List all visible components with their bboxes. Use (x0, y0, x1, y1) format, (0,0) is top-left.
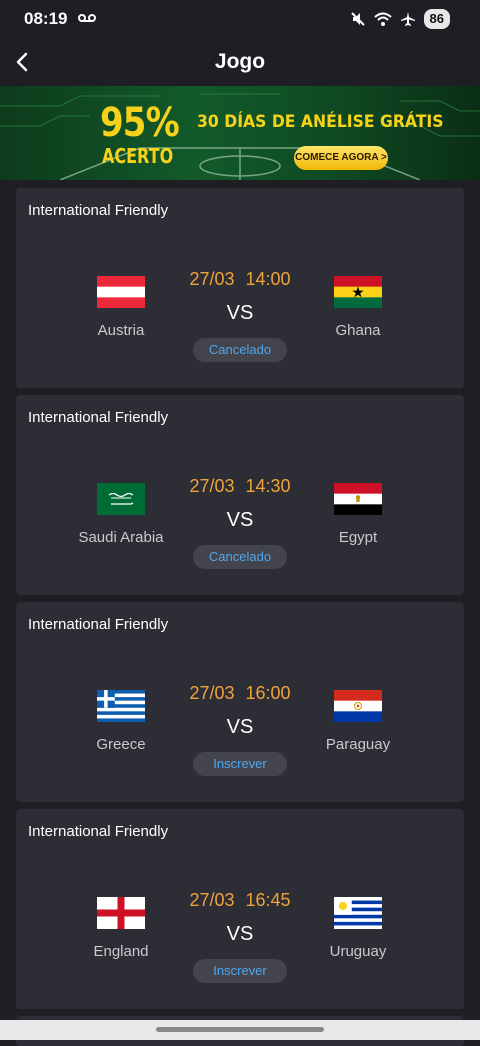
away-team: Uruguay (288, 897, 428, 960)
status-badge[interactable]: Inscrever (193, 959, 287, 983)
status-bar: 08:19 86 (0, 0, 480, 40)
match-time: 14:00 (245, 269, 291, 289)
home-team-name: Saudi Arabia (78, 529, 164, 546)
away-team-name: Egypt (338, 529, 378, 546)
airplane-icon (400, 12, 415, 26)
away-team: Ghana (288, 276, 428, 339)
banner-accuracy: ACERTO (102, 144, 174, 168)
ghana-flag-icon (334, 276, 382, 308)
home-indicator[interactable] (156, 1027, 324, 1032)
paraguay-flag-icon (334, 690, 382, 722)
uruguay-flag-icon (334, 897, 382, 929)
voicemail-icon (78, 14, 96, 22)
home-team-name: Austria (97, 322, 145, 339)
england-flag-icon (97, 897, 145, 929)
battery-indicator: 86 (423, 9, 450, 29)
promo-banner[interactable]: 95% ACERTO 30 DÍAS DE ANÉLISE GRÁTIS COM… (0, 86, 480, 180)
status-badge[interactable]: Cancelado (193, 545, 287, 569)
match-date: 27/03 (189, 476, 235, 496)
status-badge[interactable]: Cancelado (193, 338, 287, 362)
nav-bar: Jogo (0, 40, 480, 84)
match-date: 27/03 (189, 269, 235, 289)
austria-flag-icon (97, 276, 145, 308)
home-team: Saudi Arabia (51, 483, 191, 546)
greece-flag-icon (97, 690, 145, 722)
match-time: 16:45 (245, 890, 291, 910)
match-date: 27/03 (189, 890, 235, 910)
league-name: International Friendly (28, 409, 169, 426)
home-team: Greece (51, 690, 191, 753)
league-name: International Friendly (28, 616, 169, 633)
home-team-name: Greece (96, 736, 146, 753)
away-team: Egypt (288, 483, 428, 546)
league-name: International Friendly (28, 823, 169, 840)
saudi-arabia-flag-icon (97, 483, 145, 515)
match-card[interactable]: International Friendly 27/03 14:30 VS Sa… (16, 395, 464, 595)
home-team: England (51, 897, 191, 960)
away-team: Paraguay (288, 690, 428, 753)
status-badge[interactable]: Inscrever (193, 752, 287, 776)
away-team-name: Uruguay (329, 943, 387, 960)
home-team: Austria (51, 276, 191, 339)
match-card[interactable]: International Friendly 27/03 14:00 VS Au… (16, 188, 464, 388)
page-title: Jogo (214, 50, 266, 73)
match-card[interactable]: International Friendly 27/03 16:45 VS En… (16, 809, 464, 1009)
status-time: 08:19 (24, 9, 68, 28)
egypt-flag-icon (334, 483, 382, 515)
banner-percent: 95% (100, 100, 180, 146)
banner-headline: 30 DÍAS DE ANÉLISE GRÁTIS (197, 112, 444, 132)
away-team-name: Paraguay (325, 736, 391, 753)
mute-icon (350, 12, 365, 26)
banner-cta-button[interactable]: COMECE AGORA > (294, 146, 388, 170)
stadium-graphic (0, 93, 480, 180)
match-time: 16:00 (245, 683, 291, 703)
league-name: International Friendly (28, 202, 169, 219)
match-card[interactable]: International Friendly 27/03 16:00 VS Gr… (16, 602, 464, 802)
home-team-name: England (93, 943, 149, 960)
match-date: 27/03 (189, 683, 235, 703)
match-time: 14:30 (245, 476, 291, 496)
wifi-icon (373, 12, 392, 26)
away-team-name: Ghana (335, 322, 381, 339)
